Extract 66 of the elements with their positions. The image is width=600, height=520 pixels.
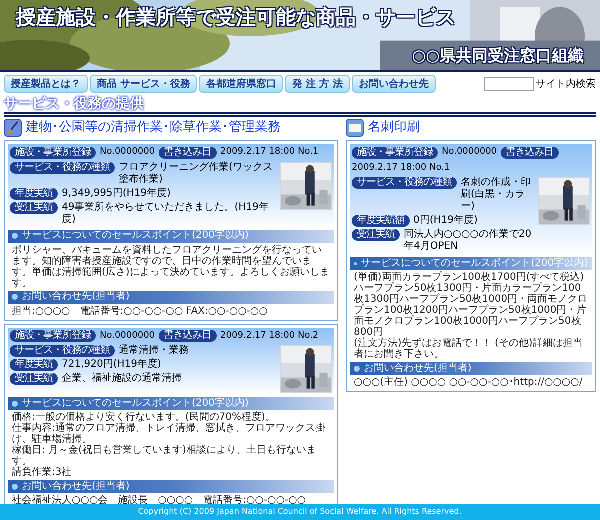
field-value: 0円(H19年度) <box>414 215 478 227</box>
nav-tab[interactable]: お問い合わせ先 <box>352 75 436 93</box>
section-title: サービス・役務の提供 <box>4 96 146 112</box>
registration-number: No.0000000 <box>100 330 156 342</box>
section-bar-title: サービスについてのセールスポイント(200字以内) <box>361 258 588 270</box>
post-date: 2009.2.17 18:00 No.2 <box>220 330 319 342</box>
section-bar-title: サービスについてのセールスポイント(200字以内) <box>22 398 249 410</box>
section-bar-title: お問い合わせ先(担当者) <box>22 291 130 303</box>
nav-tab[interactable]: 発 注 方 法 <box>285 75 350 93</box>
field-label: サービス・役務の種類 <box>10 162 115 174</box>
copyright-text: Copyright (C) 2009 Japan National Council of Social Welfare. All Rights Reserved. <box>138 506 462 518</box>
date-label: 書き込み日 <box>501 146 559 159</box>
post-date: 2009.2.17 18:00 No.1 <box>352 162 450 174</box>
organization-name: ○○県共同受注窓口組織 <box>412 46 584 66</box>
sales-text: 請負作業:3社 <box>12 467 73 478</box>
bullet-icon <box>12 400 18 406</box>
field-label: 受注実績 <box>10 373 58 385</box>
bullet-icon <box>12 233 18 239</box>
contact-text: 担当:○○○○ 電話番号:○○-○○-○○ FAX:○○-○○-○○ <box>11 306 269 316</box>
field-label: 年度実績 <box>10 188 58 200</box>
registration-label: 施設・事業所登録 <box>10 330 96 342</box>
field-value: 通常清掃・業務 <box>119 345 189 357</box>
post-date: 2009.2.17 18:00 No.1 <box>220 146 319 159</box>
contact-text: ○○○(主任) ○○○○ ○○-○○-○○･http://○○○○/ <box>353 377 584 388</box>
contact-text: 社会福祉法人○○○会 施設長 ○○○○ 電話番号:○○-○○-○○ <box>11 495 308 506</box>
registration-label: 施設・事業所登録 <box>352 146 438 159</box>
date-label: 書き込み日 <box>159 146 217 159</box>
sales-text: (注文方法)先ずはお電話で！！ (その他)詳細は担当者にお聞き下さい。 <box>354 338 584 360</box>
field-value: 企業、福祉施設の通常清掃 <box>62 373 182 385</box>
field-label: 受注実績 <box>10 202 58 214</box>
registration-label: 施設・事業所登録 <box>10 146 96 159</box>
sales-text: 価格:一般の価格より安く行ないます。(民間の70%程度)。 <box>12 412 276 423</box>
bullet-icon <box>354 366 360 372</box>
search-label: サイト内検索 <box>536 78 596 92</box>
field-value: 49事業所をやらせていただきました。(H19年度) <box>62 202 270 226</box>
field-label: 受注実績 <box>352 229 400 241</box>
field-value: 721,920円(H19年度) <box>62 359 162 371</box>
sales-text: ポリシャー、バキュームを資料したフロアクリーニングを行なっています。知的障害者授産施設ですので、日中の作業時間を望んでいます。単価は清掃範囲(広さ)によって決めています。よろしくお願いします。 <box>12 244 330 288</box>
broom-icon <box>4 119 22 137</box>
field-value: 9,349,995円(H19年度) <box>62 188 171 200</box>
field-value: 名刺の作成・印刷(白黒・カラー) <box>461 177 532 213</box>
sales-text: (単価)両面カラープラン100枚1700円(すべて税込)ハーフプラン50枚1300円・片面カラープラン100枚1300円ハーフプラン50枚1000円・両面モノクロプラン100枚1200円ハーフプラン50枚1000円・片面モノクロプラン100枚1000円ハーフプラン50枚800円 <box>354 272 588 338</box>
nav-tab[interactable]: 各都道府県窓口 <box>199 75 284 93</box>
field-label: 年度実績額 <box>352 215 410 227</box>
sales-text: 稼働日: 月～金(祝日も営業しています)相談により、土日も行ないます。 <box>12 445 318 467</box>
section-bar-title: サービスについてのセールスポイント(200字以内) <box>22 230 249 242</box>
field-value: フロアクリーニング作業(ワックス塗布作業) <box>119 162 274 186</box>
field-label: 年度実績 <box>10 359 58 371</box>
section-bar-title: お問い合わせ先(担当者) <box>364 362 472 374</box>
sales-text: 仕事内容:通常のフロア清掃、トレイ清掃、窓拭き、フロアワックス掛け、駐車場清掃。 <box>12 423 326 445</box>
card-icon <box>346 119 364 137</box>
nav-tab[interactable]: 授産製品とは？ <box>4 75 88 93</box>
bullet-icon <box>12 484 18 490</box>
registration-number: No.0000000 <box>442 146 498 159</box>
date-label: 書き込み日 <box>159 330 217 342</box>
registration-number: No.0000000 <box>100 146 156 159</box>
section-bar-title: お問い合わせ先(担当者) <box>22 480 130 492</box>
bullet-icon <box>354 260 358 266</box>
category-title: 名刺印刷 <box>368 119 420 137</box>
nav-tab[interactable]: 商品 サービス・役務 <box>90 75 198 93</box>
category-title: 建物･公園等の清掃作業･除草作業･管理業務 <box>26 119 281 137</box>
search-field[interactable] <box>484 77 534 91</box>
field-label: サービス・役務の種類 <box>10 345 115 357</box>
bullet-icon <box>12 294 18 300</box>
field-label: サービス・役務の種類 <box>352 177 457 189</box>
field-value: 同法人内○○○○の作業で20年4月OPEN <box>404 229 533 253</box>
